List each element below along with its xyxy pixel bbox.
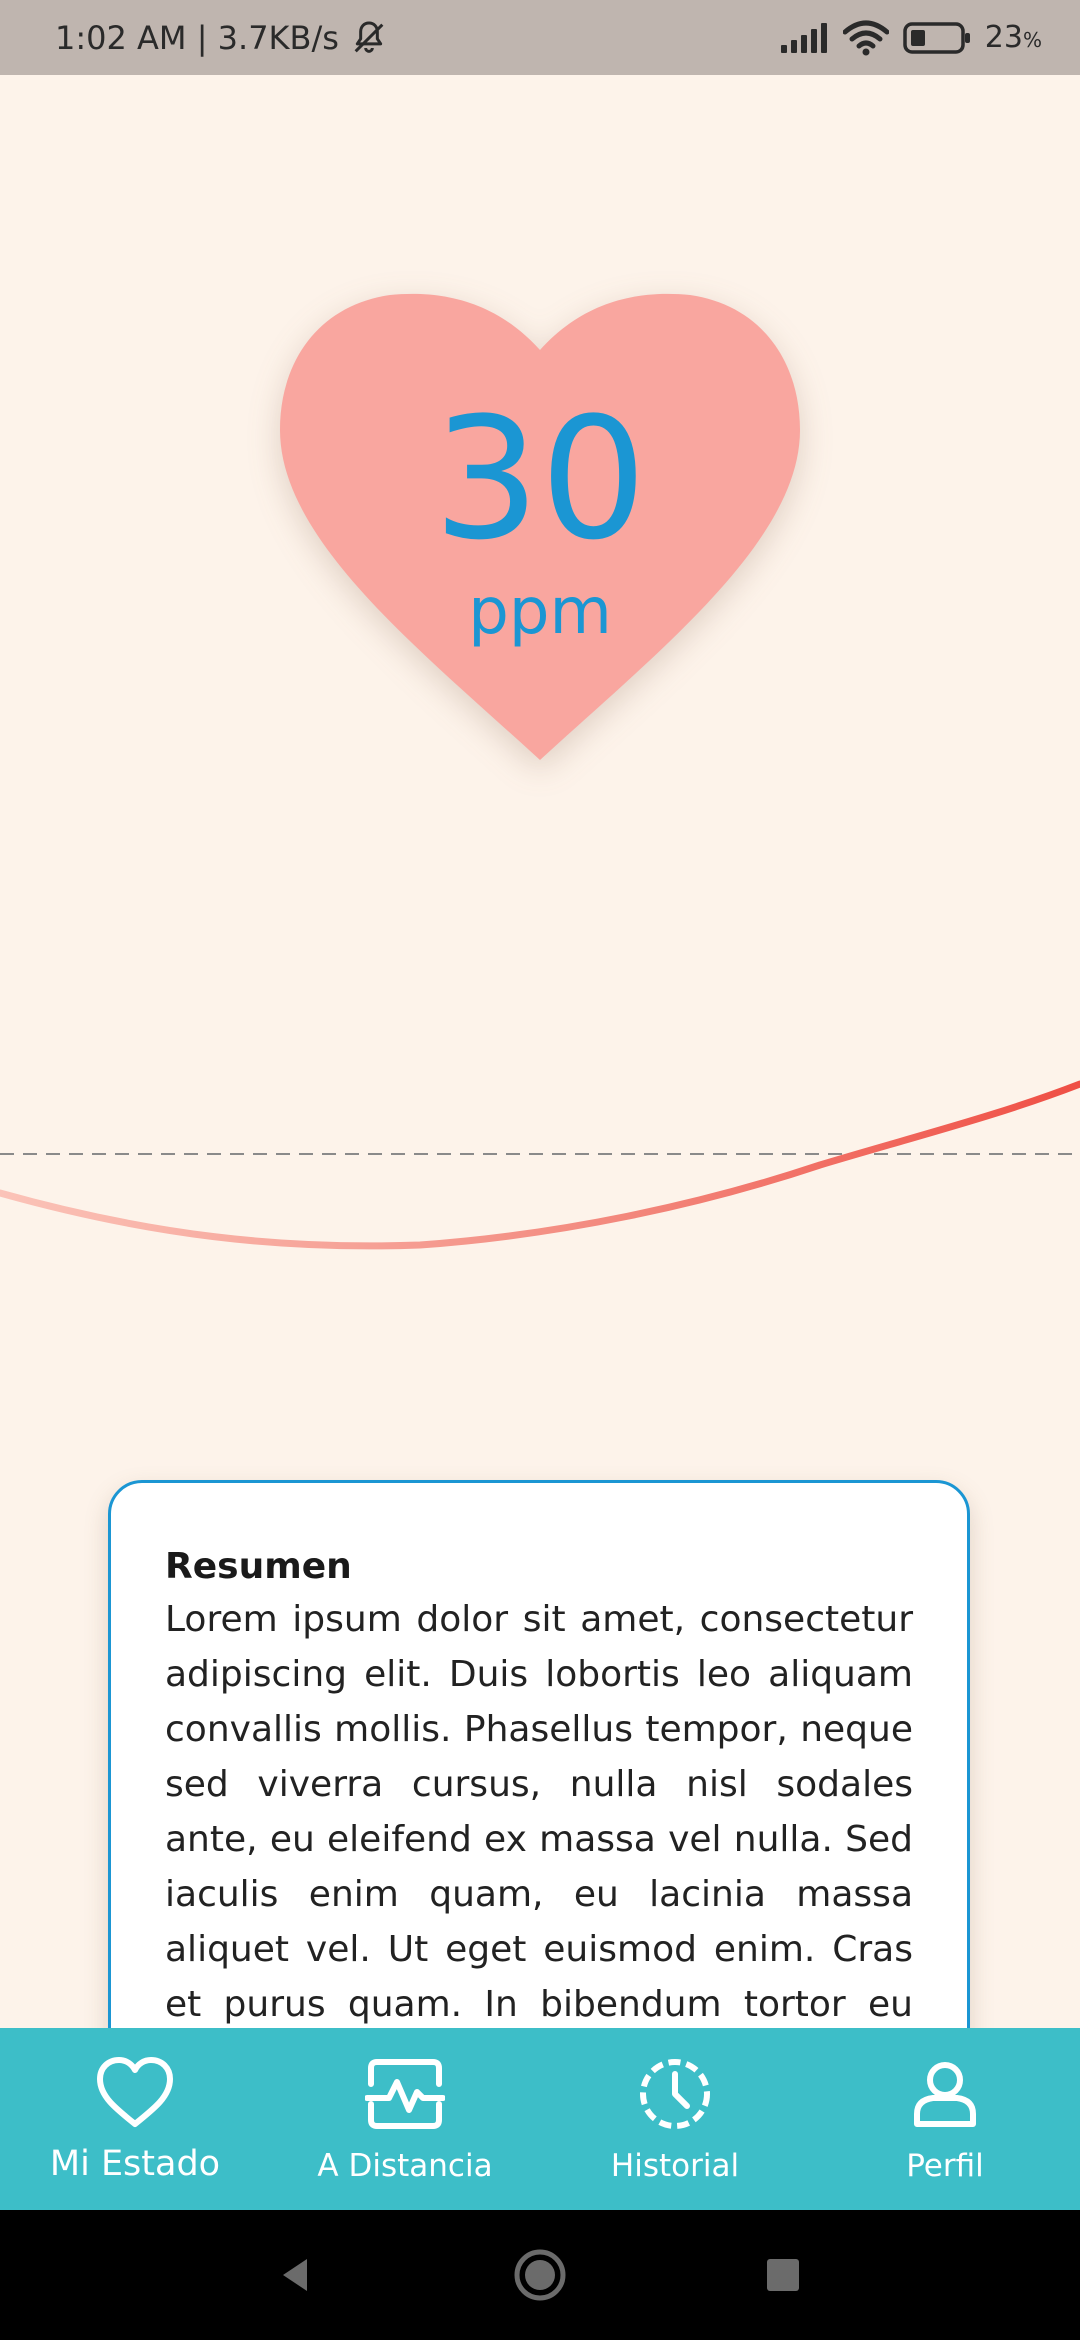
home-button[interactable] <box>500 2210 580 2340</box>
nav-label-mi-estado: Mi Estado <box>49 2144 221 2184</box>
heart-rate-value: 30 <box>433 381 647 577</box>
recents-icon <box>767 2259 799 2291</box>
status-left: 1:02 AM | 3.7KB/s <box>55 0 389 75</box>
nav-item-perfil[interactable]: Perfil <box>810 2028 1080 2210</box>
nav-item-a-distancia[interactable]: A Distancia <box>270 2028 540 2210</box>
recents-button[interactable] <box>743 2210 823 2340</box>
status-bar: 1:02 AM | 3.7KB/s 23% <box>0 0 1080 75</box>
nav-item-historial[interactable]: Historial <box>540 2028 810 2210</box>
status-time-speed: 1:02 AM | 3.7KB/s <box>55 18 339 57</box>
status-right: 23% <box>780 0 1042 75</box>
heart-rate-unit: ppm <box>468 575 612 649</box>
bottom-navigation: Mi Estado A Distancia Historial Perfil <box>0 2028 1080 2210</box>
heart-icon <box>97 2057 173 2127</box>
back-icon <box>283 2259 307 2291</box>
summary-title: Resumen <box>165 1546 352 1587</box>
nav-label-a-distancia: A Distancia <box>317 2148 493 2184</box>
summary-text: Lorem ipsum dolor sit amet, consectetur … <box>165 1599 913 2080</box>
battery-percentage: 23% <box>984 20 1042 55</box>
heart-rate-wave <box>0 1080 1080 1250</box>
wifi-icon <box>842 20 889 55</box>
bell-off-icon <box>354 21 384 53</box>
nav-label-perfil: Perfil <box>906 2148 984 2184</box>
nav-label-historial: Historial <box>610 2148 740 2184</box>
back-button[interactable] <box>255 2210 335 2340</box>
signal-icon <box>780 22 827 53</box>
monitor-pulse-icon <box>365 2059 445 2129</box>
wave-curve <box>0 1080 1080 1250</box>
heart-rate-display: 30 ppm <box>280 290 800 770</box>
user-icon <box>914 2062 976 2127</box>
nav-item-mi-estado[interactable]: Mi Estado <box>0 2028 270 2210</box>
home-icon <box>514 2249 566 2301</box>
battery-icon <box>903 21 970 54</box>
system-navigation-bar <box>0 2210 1080 2340</box>
history-clock-icon <box>640 2059 710 2129</box>
